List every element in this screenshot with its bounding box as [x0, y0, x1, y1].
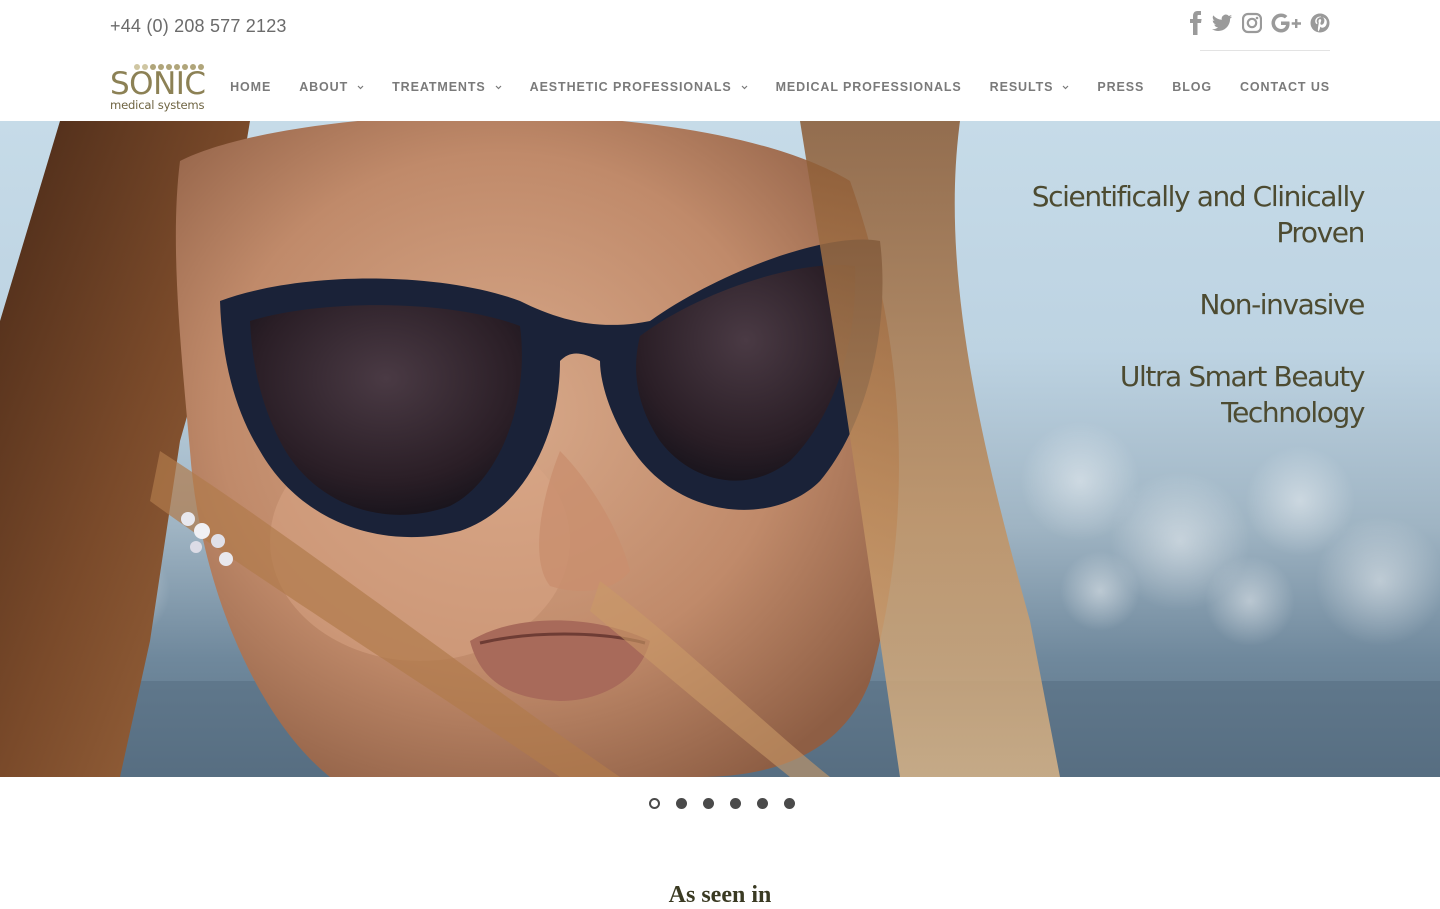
- main-nav: HOME ABOUT TREATMENTS AESTHETIC PROFESSI…: [230, 79, 1330, 95]
- logo-name: SONIC: [110, 66, 206, 102]
- hero-tagline-3: Ultra Smart Beauty Technology: [1119, 359, 1366, 431]
- nav-item-treatments[interactable]: TREATMENTS: [392, 79, 502, 95]
- nav-item-press[interactable]: PRESS: [1097, 79, 1144, 95]
- phone-number[interactable]: +44 (0) 208 577 2123: [110, 16, 287, 37]
- hero-tagline-1: Scientifically and Clinically Proven: [1031, 179, 1366, 251]
- logo[interactable]: SONIC medical systems: [110, 62, 215, 116]
- chevron-down-icon: [1062, 85, 1069, 89]
- as-seen-in-heading: As seen in: [668, 882, 772, 908]
- nav-item-label: HOME: [230, 80, 272, 94]
- nav-item-label: TREATMENTS: [392, 80, 486, 94]
- hero-line: Ultra Smart Beauty: [1119, 360, 1366, 393]
- nav-item-results[interactable]: RESULTS: [990, 79, 1070, 95]
- google-plus-icon[interactable]: [1271, 11, 1301, 37]
- hero-line: Technology: [1221, 396, 1365, 429]
- hero-tagline-2: Non-invasive: [1199, 287, 1365, 323]
- slide-dot-5[interactable]: [757, 798, 768, 809]
- nav-item-label: ABOUT: [299, 80, 349, 94]
- site-header: +44 (0) 208 577 2123 SONIC medical syste…: [0, 0, 1440, 120]
- nav-item-label: RESULTS: [989, 80, 1054, 94]
- nav-item-home[interactable]: HOME: [230, 79, 271, 95]
- facebook-icon[interactable]: [1190, 11, 1202, 37]
- chevron-down-icon: [741, 85, 748, 89]
- hero-line: Non-invasive: [1199, 288, 1365, 321]
- hero-line: Scientifically and Clinically: [1031, 180, 1366, 213]
- logo-subtitle: medical systems: [110, 98, 205, 112]
- social-divider: [1200, 50, 1330, 51]
- nav-item-label: CONTACT US: [1239, 80, 1330, 94]
- nav-item-contact-us[interactable]: CONTACT US: [1240, 79, 1330, 95]
- slide-dot-1[interactable]: [649, 798, 660, 809]
- nav-item-about[interactable]: ABOUT: [299, 79, 364, 95]
- chevron-down-icon: [495, 85, 502, 89]
- nav-item-aesthetic-professionals[interactable]: AESTHETIC PROFESSIONALS: [530, 79, 748, 95]
- slide-dot-6[interactable]: [784, 798, 795, 809]
- nav-item-label: BLOG: [1172, 80, 1212, 94]
- nav-item-label: AESTHETIC PROFESSIONALS: [529, 80, 732, 94]
- chevron-down-icon: [357, 85, 364, 89]
- slide-dot-2[interactable]: [676, 798, 687, 809]
- nav-item-label: PRESS: [1097, 80, 1145, 94]
- nav-item-medical-professionals[interactable]: MEDICAL PROFESSIONALS: [776, 79, 962, 95]
- slide-dot-4[interactable]: [730, 798, 741, 809]
- nav-item-label: MEDICAL PROFESSIONALS: [775, 80, 962, 94]
- slider-pagination: [649, 798, 795, 809]
- hero-slider[interactable]: Scientifically and Clinically Proven Non…: [0, 121, 1440, 777]
- nav-item-blog[interactable]: BLOG: [1172, 79, 1212, 95]
- slide-dot-3[interactable]: [703, 798, 714, 809]
- social-links: [1190, 11, 1330, 37]
- instagram-icon[interactable]: [1242, 11, 1262, 37]
- hero-line: Proven: [1276, 216, 1365, 249]
- twitter-icon[interactable]: [1211, 11, 1233, 37]
- pinterest-icon[interactable]: [1310, 11, 1330, 37]
